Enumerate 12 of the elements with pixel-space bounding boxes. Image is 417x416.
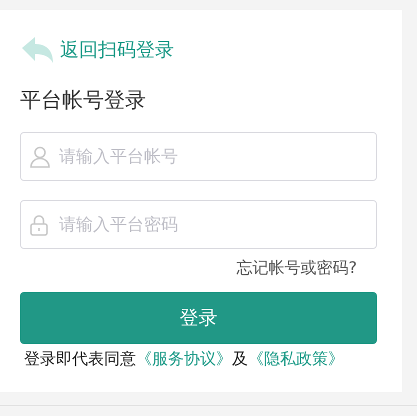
back-arrow-icon bbox=[20, 36, 56, 64]
forgot-link[interactable]: 忘记帐号或密码? bbox=[236, 258, 357, 279]
account-field[interactable]: 请输入平台帐号 bbox=[20, 132, 377, 181]
agreement-link[interactable]: 《隐私政策》 bbox=[248, 349, 344, 368]
user-icon bbox=[30, 146, 50, 168]
login-button[interactable]: 登录 bbox=[20, 292, 377, 344]
lock-icon bbox=[30, 214, 48, 236]
password-field[interactable]: 请输入平台密码 bbox=[20, 200, 377, 249]
agreement-text: 登录即代表同意《服务协议》及《隐私政策》 bbox=[24, 349, 344, 370]
page-title: 平台帐号登录 bbox=[20, 87, 147, 114]
back-link[interactable]: 返回扫码登录 bbox=[20, 36, 174, 64]
agreement-link[interactable]: 《服务协议》 bbox=[136, 349, 232, 368]
